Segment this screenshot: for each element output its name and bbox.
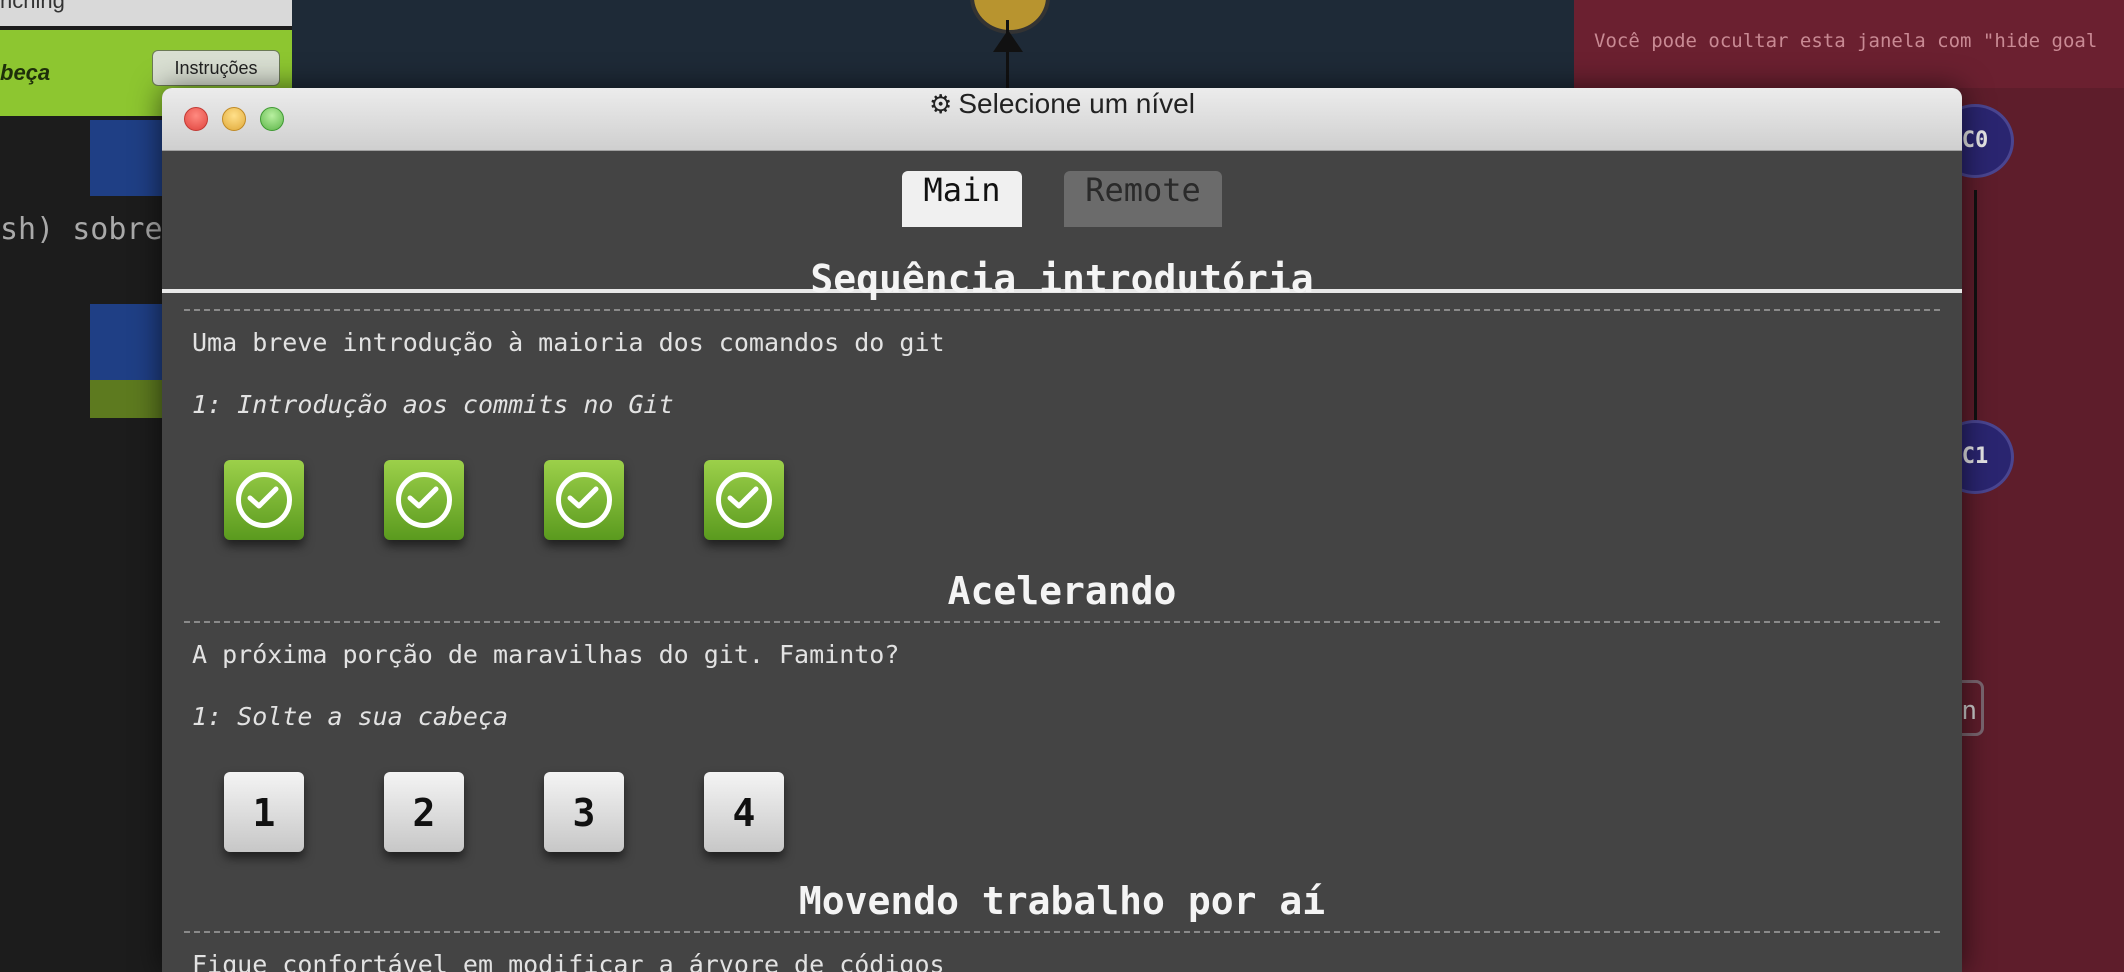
section-subtitle: 1: Introdução aos commits no Git: [192, 390, 674, 419]
section-title: Sequência introdutória: [810, 257, 1314, 301]
dialog-title: ⚙ Selecione um nível: [162, 88, 1962, 120]
level-button-4[interactable]: 4: [704, 772, 784, 852]
section-divider: [184, 309, 1940, 311]
level-button-3-solved[interactable]: [544, 460, 624, 540]
background-arrow: [993, 30, 1023, 52]
tab-remote[interactable]: Remote: [1064, 171, 1222, 227]
level-button-3[interactable]: 3: [544, 772, 624, 852]
level-button-1[interactable]: 1: [224, 772, 304, 852]
goal-hint-text: Você pode ocultar esta janela com "hide …: [1594, 30, 2098, 52]
section-divider: [184, 621, 1940, 623]
background-level-title: beça: [0, 60, 51, 85]
level-select-dialog: ⚙ Selecione um nível Main Remote Sequênci…: [162, 88, 1962, 972]
section-about: Fique confortável em modificar a árvore …: [192, 950, 945, 972]
checkmark-icon: [396, 472, 452, 528]
section-about: A próxima porção de maravilhas do git. F…: [192, 640, 900, 669]
section-subtitle: 1: Solte a sua cabeça: [192, 702, 509, 731]
background-top-bar: nching: [0, 0, 292, 26]
section-title: Acelerando: [947, 569, 1177, 613]
instructions-button[interactable]: Instruções: [152, 50, 280, 86]
section-title: Movendo trabalho por aí: [798, 879, 1326, 923]
checkmark-icon: [236, 472, 292, 528]
checkmark-icon: [556, 472, 612, 528]
checkmark-icon: [716, 472, 772, 528]
section-about: Uma breve introdução à maioria dos coman…: [192, 328, 945, 357]
background-text: sh) sobre: [0, 212, 163, 247]
level-button-4-solved[interactable]: [704, 460, 784, 540]
dialog-titlebar: ⚙ Selecione um nível: [162, 88, 1962, 151]
tab-main[interactable]: Main: [902, 171, 1022, 227]
level-button-1-solved[interactable]: [224, 460, 304, 540]
level-button-2[interactable]: 2: [384, 772, 464, 852]
gear-icon: ⚙: [929, 89, 953, 119]
dialog-title-text: Selecione um nível: [958, 88, 1195, 119]
level-button-2-solved[interactable]: [384, 460, 464, 540]
section-divider: [184, 931, 1940, 933]
